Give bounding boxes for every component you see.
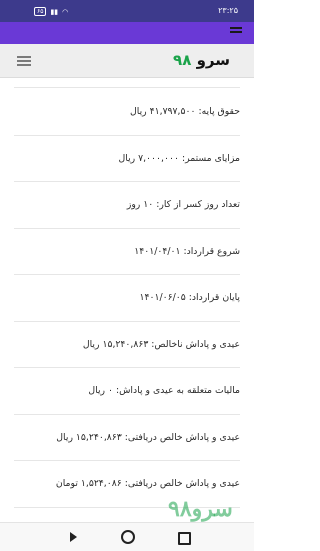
list-item-deducted-days: تعداد روز کسر از کار: ۱۰ روز (14, 182, 240, 229)
status-bar: ۶۵ ▮▮ ◠ ۲۳:۲۵ (0, 0, 254, 22)
list-item-contract-start: شروع قرارداد: ۱۴۰۱/۰۴/۰۱ (14, 229, 240, 275)
list-item-base-salary: حقوق پایه: ۴۱,۷۹۷,۵۰۰ ریال (14, 89, 240, 136)
menu-icon[interactable] (230, 27, 242, 35)
app-header: سرو ۹۸ (0, 44, 254, 78)
result-list: حقوق پایه: ۴۱,۷۹۷,۵۰۰ ریال مزایای مستمر:… (14, 89, 240, 508)
hamburger-menu-icon[interactable] (17, 56, 31, 68)
recent-apps-icon[interactable] (178, 532, 191, 545)
home-icon[interactable] (121, 530, 135, 544)
list-item-gross-bonus: عیدی و پاداش ناخالص: ۱۵,۲۴۰,۸۶۳ ریال (14, 322, 240, 368)
watermark-logo: سرو۹۸ (168, 496, 233, 522)
list-item-contract-end: پایان قرارداد: ۱۴۰۱/۰۶/۰۵ (14, 275, 240, 322)
list-item-bonus-tax: مالیات متعلقه به عیدی و پاداش: ۰ ریال (14, 368, 240, 415)
list-item-continuous-benefits: مزایای مستمر: ۷,۰۰۰,۰۰۰ ریال (14, 136, 240, 182)
battery-icon: ۶۵ (34, 7, 47, 16)
app-logo: سرو ۹۸ (173, 51, 230, 69)
system-navigation-bar (0, 522, 254, 551)
divider (14, 87, 240, 88)
list-item-net-bonus-rial: عیدی و پاداش خالص دریافتی: ۱۵,۲۴۰,۸۶۳ ری… (14, 415, 240, 461)
top-app-bar (0, 22, 254, 44)
status-time: ۲۳:۲۵ (218, 6, 238, 15)
status-icons: ۶۵ ▮▮ ◠ (34, 7, 68, 16)
wifi-icon: ◠ (62, 7, 69, 16)
back-icon[interactable] (70, 532, 77, 542)
signal-icon: ▮▮ (50, 7, 59, 16)
